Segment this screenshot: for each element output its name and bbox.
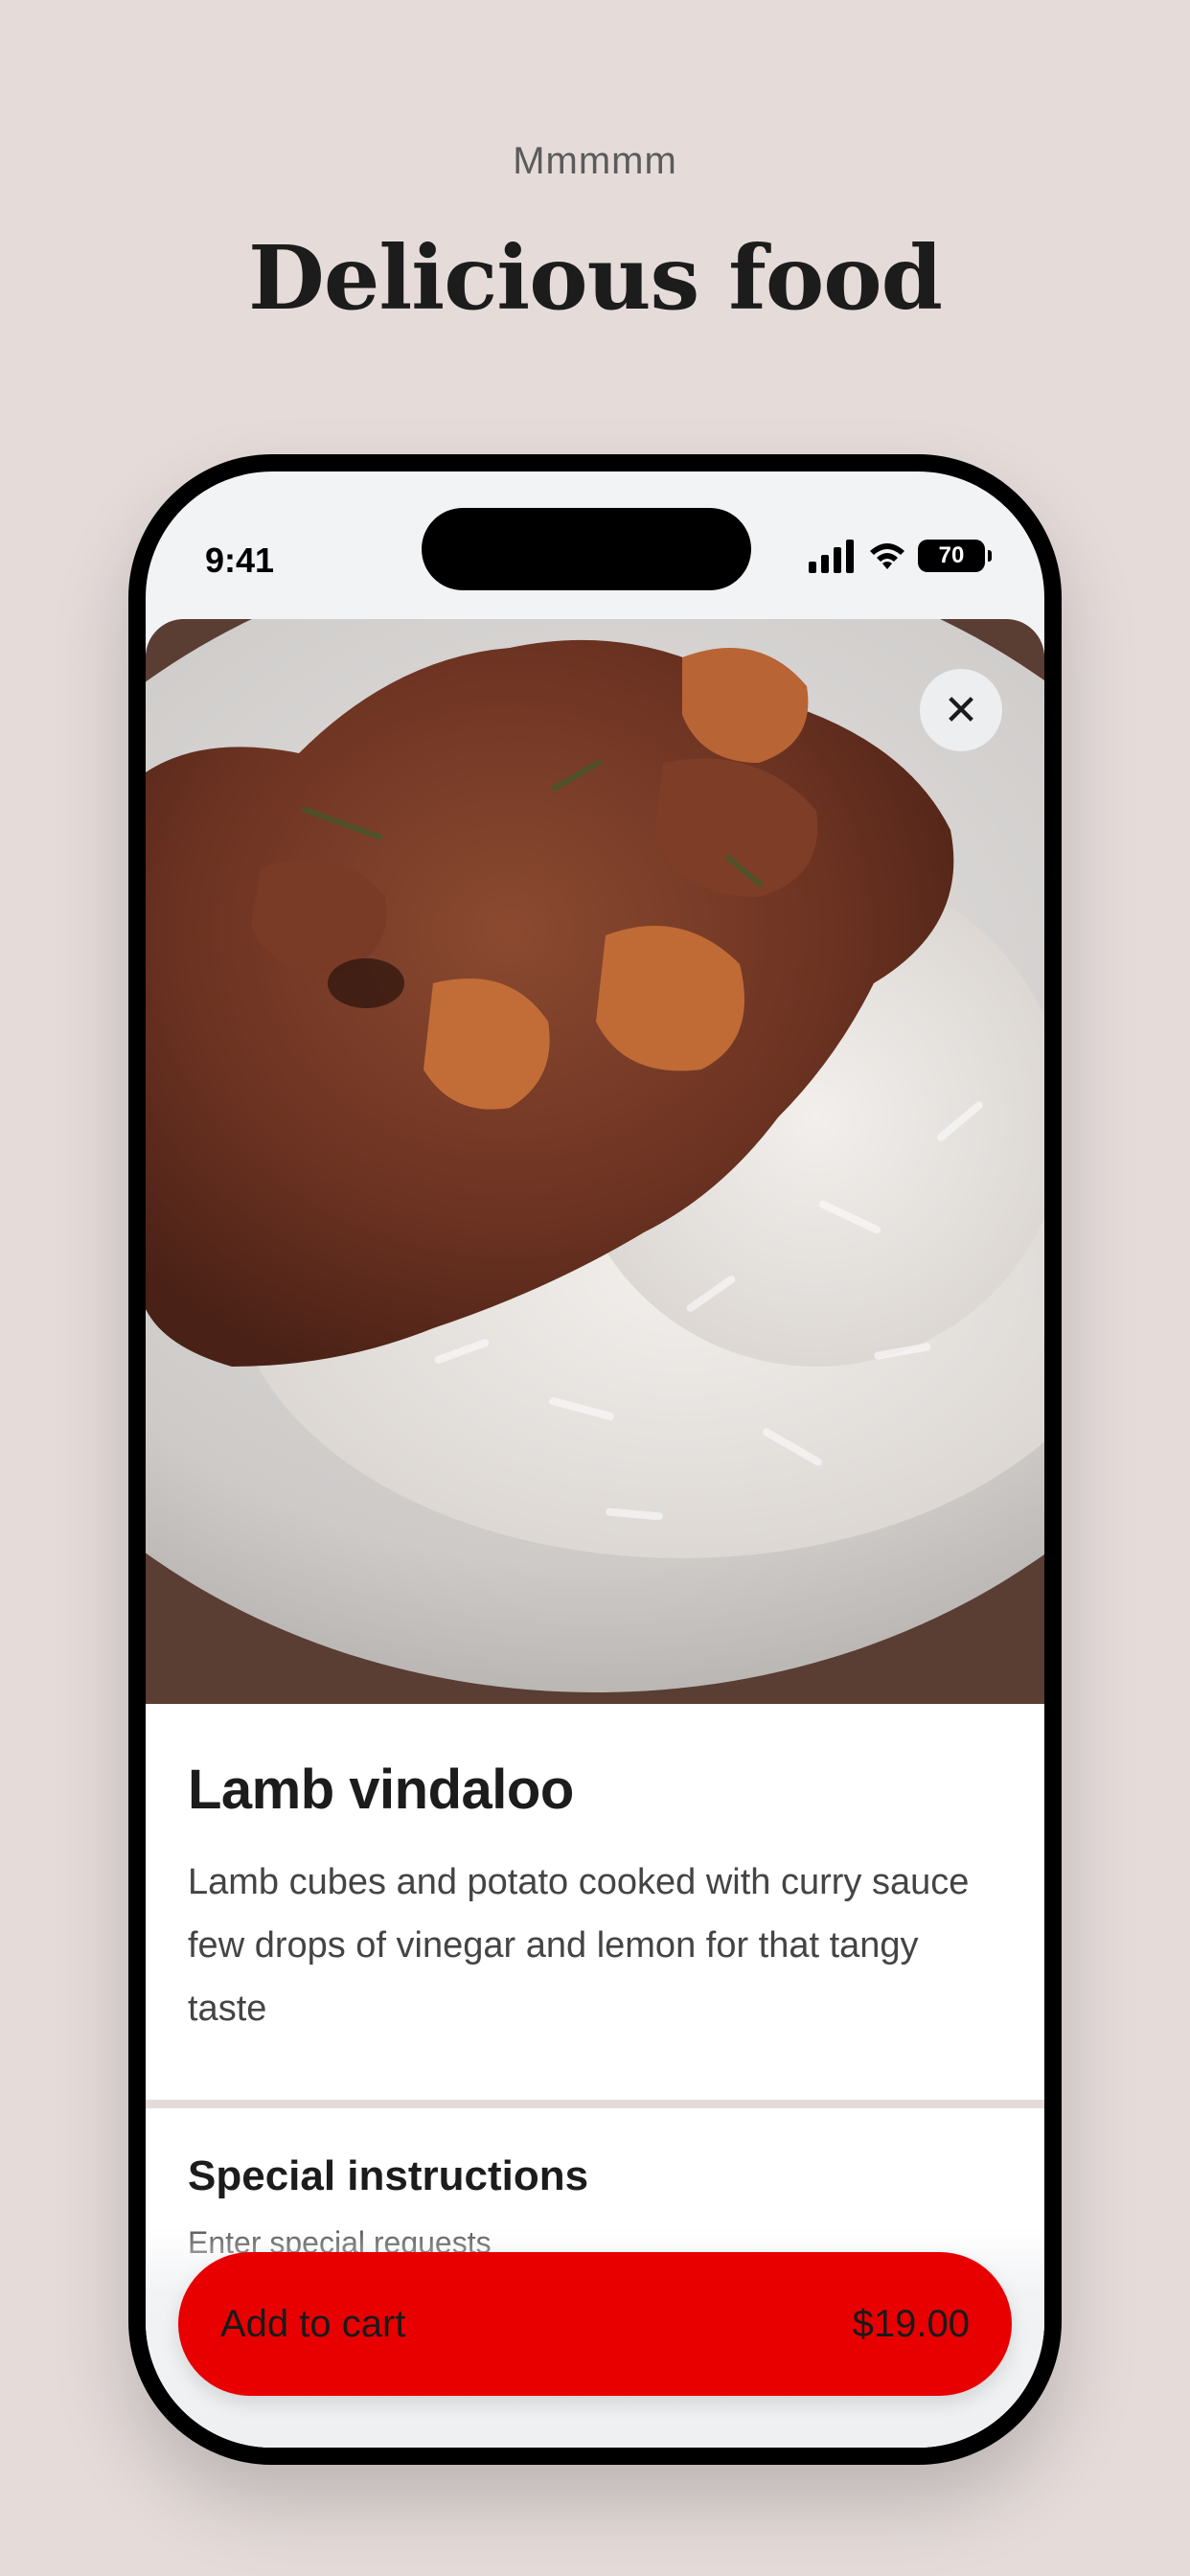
status-time: 9:41: [205, 540, 275, 580]
status-icons: 70: [807, 539, 992, 573]
eyebrow-text: Mmmmm: [513, 140, 677, 182]
battery-icon: 70: [918, 540, 992, 572]
add-to-cart-button[interactable]: Add to cart $19.00: [178, 2252, 1012, 2396]
section-divider: [146, 2100, 1044, 2108]
close-icon: ✕: [943, 686, 979, 734]
special-instructions-title: Special instructions: [188, 2152, 589, 2199]
item-description: Lamb cubes and potato cooked with curry …: [188, 1862, 970, 2029]
dynamic-island: [422, 508, 751, 590]
item-title: Lamb vindaloo: [188, 1759, 574, 1821]
wifi-icon: [870, 543, 904, 569]
phone-frame: 9:41 70 ✕ Lamb vindaloo Lamb cubes and p…: [128, 454, 1062, 2465]
signal-icon: [809, 540, 854, 573]
add-to-cart-label: Add to cart: [220, 2302, 406, 2345]
cart-price: $19.00: [852, 2302, 970, 2345]
item-info: Lamb vindaloo Lamb cubes and potato cook…: [146, 1704, 1044, 2040]
item-sheet: ✕ Lamb vindaloo Lamb cubes and potato co…: [146, 619, 1044, 2448]
close-button[interactable]: ✕: [920, 669, 1002, 751]
headline: Delicious food: [248, 226, 943, 330]
food-photo: [146, 619, 1044, 1704]
